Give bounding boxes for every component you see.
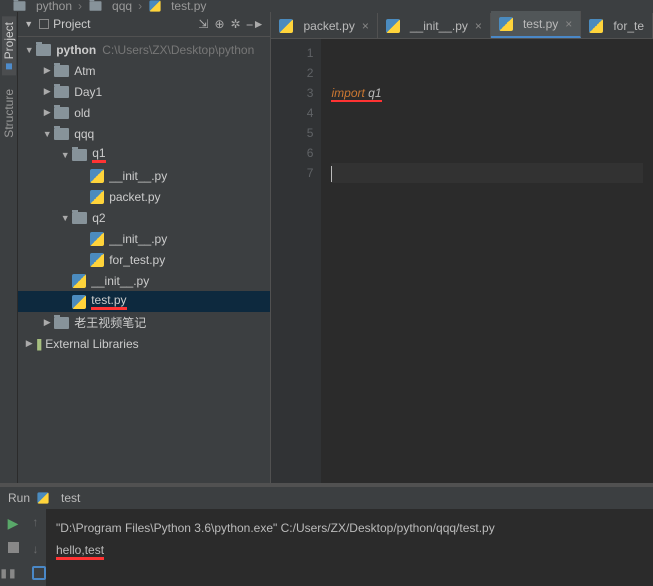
- folder-icon: [72, 149, 87, 161]
- project-pane-header: ▼ Project ⇲ ⊕ ✲ ⎯►: [18, 12, 270, 37]
- chevron-down-icon[interactable]: ▼: [22, 45, 36, 55]
- tab-test[interactable]: test.py×: [491, 11, 581, 38]
- hide-icon[interactable]: ⎯►: [247, 17, 265, 32]
- chevron-down-icon[interactable]: ▼: [58, 150, 72, 160]
- python-file-icon: [499, 17, 513, 31]
- chevron-down-icon[interactable]: ▼: [40, 129, 54, 139]
- tree-node[interactable]: ▼q1: [18, 144, 270, 165]
- tree-leaf[interactable]: __init__.py: [18, 228, 270, 249]
- python-file-icon: [90, 190, 104, 204]
- line-number: 7: [271, 163, 313, 183]
- editor-pane: packet.py× __init__.py× test.py× for_te …: [271, 12, 653, 483]
- line-number: 6: [271, 143, 313, 163]
- tree-node[interactable]: ▼qqq: [18, 123, 270, 144]
- tree-node[interactable]: ▶老王视频笔记: [18, 312, 270, 333]
- run-label: Run: [8, 491, 30, 505]
- line-number: 5: [271, 123, 313, 143]
- tab-for-test[interactable]: for_te: [581, 13, 653, 38]
- pause-button[interactable]: ▮▮: [0, 566, 17, 580]
- tree-leaf[interactable]: __init__.py: [18, 270, 270, 291]
- chevron-right-icon[interactable]: ▶: [22, 338, 36, 349]
- soft-wrap-button[interactable]: [32, 566, 46, 580]
- line-gutter[interactable]: 1 2 3 4 5 6 7: [271, 39, 321, 483]
- folder-icon: [54, 317, 69, 329]
- close-icon[interactable]: ×: [362, 19, 369, 33]
- collapse-icon[interactable]: ⇲: [198, 17, 208, 32]
- console-line: "D:\Program Files\Python 3.6\python.exe"…: [56, 517, 643, 539]
- python-file-icon: [90, 232, 104, 246]
- python-file-icon: [72, 295, 86, 309]
- python-file-icon: [279, 19, 293, 33]
- console-output[interactable]: "D:\Program Files\Python 3.6\python.exe"…: [46, 509, 653, 586]
- tree-leaf[interactable]: packet.py: [18, 186, 270, 207]
- tree-node[interactable]: ▼q2: [18, 207, 270, 228]
- run-panel-header[interactable]: Run test: [0, 487, 653, 509]
- caret-icon: [331, 166, 332, 182]
- run-toolbar: ▶ ↑ ↓ ▮▮: [0, 509, 46, 586]
- tree-node[interactable]: ▶Atm: [18, 60, 270, 81]
- run-config-name: test: [61, 491, 80, 505]
- folder-icon: [54, 86, 69, 98]
- folder-icon: [72, 212, 87, 224]
- folder-icon: [36, 44, 51, 56]
- tree-node-external-libs[interactable]: ▶|||External Libraries: [18, 333, 270, 354]
- gear-icon[interactable]: ✲: [231, 17, 241, 32]
- python-file-icon: [90, 169, 104, 183]
- structure-tool-tab[interactable]: Structure: [2, 83, 16, 144]
- project-tree[interactable]: ▼pythonC:\Users\ZX\Desktop\python ▶Atm ▶…: [18, 37, 270, 483]
- folder-icon: [54, 128, 69, 140]
- tree-leaf[interactable]: __init__.py: [18, 165, 270, 186]
- folder-icon: [54, 107, 69, 119]
- chevron-down-icon[interactable]: ▼: [58, 213, 72, 223]
- code-editor[interactable]: import q1: [321, 39, 653, 483]
- tree-leaf[interactable]: for_test.py: [18, 249, 270, 270]
- python-file-icon: [37, 492, 48, 503]
- chevron-right-icon[interactable]: ▶: [40, 317, 54, 328]
- folder-icon: [54, 65, 69, 77]
- tool-window-bar: Project Structure: [0, 12, 18, 483]
- tree-leaf-selected[interactable]: test.py: [18, 291, 270, 312]
- close-icon[interactable]: ×: [565, 17, 572, 31]
- python-file-icon: [386, 19, 400, 33]
- python-file-icon: [589, 19, 603, 33]
- rerun-button[interactable]: ▶: [8, 515, 19, 532]
- line-number: 3: [271, 83, 313, 103]
- close-icon[interactable]: ×: [475, 19, 482, 33]
- line-number: 4: [271, 103, 313, 123]
- scroll-down-button[interactable]: ↓: [33, 542, 39, 556]
- line-number: 1: [271, 43, 313, 63]
- project-tool-tab[interactable]: Project: [2, 16, 16, 75]
- scroll-up-button[interactable]: ↑: [32, 515, 38, 532]
- python-file-icon: [72, 274, 86, 288]
- tree-node[interactable]: ▶Day1: [18, 81, 270, 102]
- chevron-right-icon[interactable]: ▶: [40, 86, 54, 97]
- project-pane: ▼ Project ⇲ ⊕ ✲ ⎯► ▼pythonC:\Users\ZX\De…: [18, 12, 271, 483]
- editor-tabs: packet.py× __init__.py× test.py× for_te: [271, 12, 653, 39]
- tab-packet[interactable]: packet.py×: [271, 13, 377, 38]
- library-icon: |||: [36, 337, 40, 351]
- run-panel: Run test ▶ ↑ ↓ ▮▮ "D:\Program Files\Pyth…: [0, 483, 653, 586]
- line-number: 2: [271, 63, 313, 83]
- python-file-icon: [90, 253, 104, 267]
- stop-button[interactable]: [8, 542, 19, 553]
- tree-node-root[interactable]: ▼pythonC:\Users\ZX\Desktop\python: [18, 39, 270, 60]
- console-line: hello,test: [56, 543, 104, 560]
- chevron-right-icon[interactable]: ▶: [40, 65, 54, 76]
- locate-icon[interactable]: ⊕: [214, 17, 224, 32]
- project-pane-title: Project: [53, 17, 90, 31]
- tree-node[interactable]: ▶old: [18, 102, 270, 123]
- chevron-right-icon[interactable]: ▶: [40, 107, 54, 118]
- chevron-down-icon[interactable]: ▼: [24, 19, 33, 29]
- tab-init[interactable]: __init__.py×: [378, 13, 491, 38]
